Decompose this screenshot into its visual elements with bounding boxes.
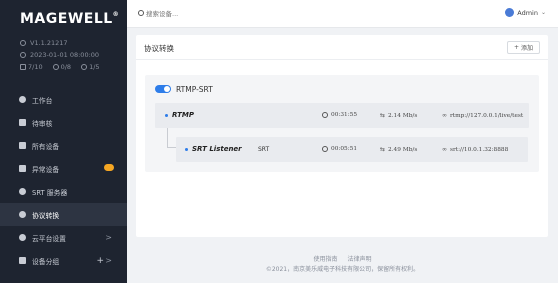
- sidebar-item-device-groups[interactable]: 设备分组 + >: [0, 249, 127, 272]
- target-url-value: srt://10.0.1.32:8888: [450, 146, 509, 153]
- footer-link-legal[interactable]: 法律声明: [347, 256, 371, 263]
- cloud-stat-icon: [52, 64, 59, 70]
- source-duration-value: 00:31:55: [331, 112, 358, 118]
- avatar: [505, 8, 515, 17]
- sidebar-item-label: SRT 服务器: [32, 188, 68, 197]
- source-bitrate: ⇆ 2.14 Mb/s: [380, 112, 417, 119]
- copyright: ©2021，南京美乐威电子科技有限公司，保留所有权利。: [265, 266, 420, 273]
- bitrate-icon: ⇆: [380, 112, 386, 119]
- search-icon: [138, 10, 144, 16]
- user-name: Admin: [517, 8, 538, 17]
- chevron-right-icon[interactable]: >: [105, 233, 112, 242]
- status-dot: [185, 148, 188, 151]
- main-panel: 协议转换 + 添加 RTMP-SRT RTMP 00:31:55 ⇆ 2.14 …: [136, 35, 548, 237]
- sidebar-item-abnormal-devices[interactable]: 异常设备: [0, 157, 127, 180]
- alert-devices-icon: [19, 165, 26, 172]
- bitrate-icon: ⇆: [380, 146, 386, 153]
- stat-devices-value: 7/10: [28, 63, 43, 71]
- user-menu[interactable]: Admin ⌄: [505, 8, 546, 17]
- stat-cloud: 0/8: [52, 63, 72, 71]
- tree-connector: [167, 128, 176, 148]
- sidebar-item-cloud-settings[interactable]: 云平台设置 >: [0, 226, 127, 249]
- link-icon: ∞: [442, 112, 447, 119]
- chevron-right-icon[interactable]: >: [105, 256, 112, 265]
- device-version: V1.1.21217: [20, 39, 68, 47]
- sidebar-item-srt-server[interactable]: SRT 服务器: [0, 180, 127, 203]
- sidebar-menu: 工作台 待审核 所有设备 异常设备 SRT 服务器 协议转换 云平台设置 > 设…: [0, 88, 127, 272]
- footer-link-guide[interactable]: 使用指南: [314, 256, 338, 263]
- sidebar-item-label: 协议转换: [32, 211, 60, 220]
- protocol-convert-icon: [19, 211, 26, 218]
- sidebar-item-label: 工作台: [32, 96, 53, 105]
- nodes-icon: [81, 64, 88, 70]
- brand-logo: MAGEWELL®: [20, 11, 119, 27]
- target-row[interactable]: SRT Listener SRT 00:05:51 ⇆ 2.49 Mb/s ∞ …: [176, 137, 528, 162]
- cloud-icon: [19, 188, 26, 195]
- dashboard-icon: [19, 96, 26, 103]
- stat-nodes: 1/5: [81, 63, 100, 71]
- source-url: ∞ rtmp://127.0.0.1/live/test: [442, 112, 523, 119]
- status-dot: [165, 114, 168, 117]
- source-name: RTMP: [172, 111, 194, 119]
- target-duration-value: 00:05:51: [331, 146, 358, 152]
- sidebar-item-all-devices[interactable]: 所有设备: [0, 134, 127, 157]
- clock-icon: [322, 112, 328, 118]
- gear-icon: [19, 234, 26, 241]
- group-icon: [19, 257, 26, 264]
- target-name: SRT Listener: [192, 145, 242, 153]
- datetime-text: 2023-01-01 08:00:00: [30, 51, 100, 59]
- search-input[interactable]: [146, 7, 266, 21]
- status-badge: [104, 164, 114, 171]
- target-protocol: SRT: [258, 146, 270, 153]
- conversion-card: RTMP-SRT RTMP 00:31:55 ⇆ 2.14 Mb/s ∞ rtm…: [145, 75, 539, 172]
- sidebar-item-protocol-convert[interactable]: 协议转换: [0, 203, 127, 226]
- link-icon: ∞: [442, 146, 447, 153]
- footer-links: 使用指南 法律声明: [127, 255, 558, 265]
- stat-nodes-value: 1/5: [89, 63, 100, 71]
- stat-cloud-value: 0/8: [60, 63, 72, 71]
- brand-mark: ®: [112, 11, 120, 18]
- sidebar-item-label: 云平台设置: [32, 234, 66, 243]
- sidebar-item-dashboard[interactable]: 工作台: [0, 88, 127, 111]
- device-datetime: 2023-01-01 08:00:00: [20, 51, 99, 59]
- conversion-title: RTMP-SRT: [176, 85, 213, 94]
- top-bar: Admin ⌄: [127, 0, 558, 28]
- version-icon: [20, 40, 26, 46]
- devices-icon: [19, 142, 26, 149]
- footer: 使用指南 法律声明 ©2021，南京美乐威电子科技有限公司，保留所有权利。: [127, 255, 558, 275]
- sidebar-item-label: 所有设备: [32, 142, 60, 151]
- add-group-icon[interactable]: +: [96, 256, 104, 266]
- clock-icon: [20, 52, 26, 58]
- target-duration: 00:05:51: [322, 146, 357, 152]
- sidebar-item-review[interactable]: 待审核: [0, 111, 127, 134]
- source-url-value: rtmp://127.0.0.1/live/test: [450, 112, 524, 119]
- monitor-icon: [20, 64, 26, 70]
- source-row[interactable]: RTMP 00:31:55 ⇆ 2.14 Mb/s ∞ rtmp://127.0…: [155, 103, 529, 128]
- source-duration: 00:31:55: [322, 112, 357, 118]
- clock-icon: [322, 146, 328, 152]
- version-text: V1.1.21217: [30, 39, 68, 47]
- sidebar: MAGEWELL® V1.1.21217 2023-01-01 08:00:00…: [0, 0, 127, 283]
- chevron-down-icon: ⌄: [540, 9, 546, 16]
- sidebar-item-label: 待审核: [32, 119, 53, 128]
- page-header: 协议转换 + 添加: [136, 35, 548, 60]
- brand-name: MAGEWELL: [20, 11, 113, 27]
- device-stats: 7/10 0/8 1/5: [20, 63, 106, 71]
- plus-icon: +: [513, 44, 519, 51]
- sidebar-item-label: 异常设备: [32, 165, 60, 174]
- target-bitrate: ⇆ 2.49 Mb/s: [380, 146, 417, 153]
- sidebar-item-label: 设备分组: [32, 257, 60, 266]
- source-bitrate-value: 2.14 Mb/s: [388, 112, 418, 119]
- add-button-label: 添加: [521, 45, 534, 52]
- target-url: ∞ srt://10.0.1.32:8888: [442, 146, 508, 153]
- stat-devices: 7/10: [20, 63, 43, 71]
- target-bitrate-value: 2.49 Mb/s: [388, 146, 418, 153]
- review-icon: [19, 119, 26, 126]
- page-title: 协议转换: [144, 44, 174, 53]
- enable-toggle[interactable]: [155, 85, 171, 93]
- add-button[interactable]: + 添加: [507, 41, 540, 54]
